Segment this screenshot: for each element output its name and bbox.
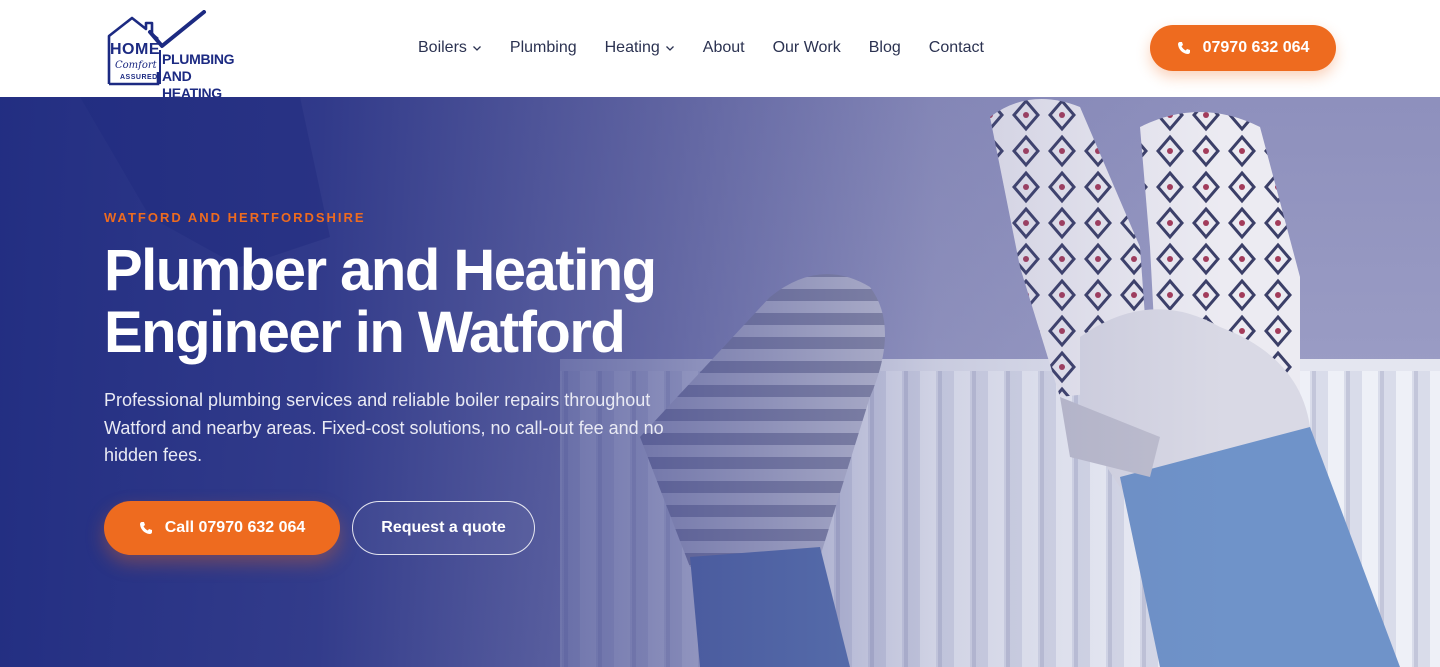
hero-section: WATFORD AND HERTFORDSHIRE Plumber and He… — [0, 97, 1440, 667]
call-button[interactable]: Call 07970 632 064 — [104, 501, 340, 555]
nav-item-label: Heating — [604, 39, 660, 56]
logo-line-1: PLUMBING AND — [162, 51, 235, 84]
logo-plumbing-heating-text: PLUMBING AND HEATING — [162, 51, 266, 102]
logo-assured-text: ASSURED — [120, 74, 158, 81]
chevron-down-icon — [472, 43, 482, 53]
hero-eyebrow: WATFORD AND HERTFORDSHIRE — [104, 210, 366, 225]
header-phone-button[interactable]: 07970 632 064 — [1150, 25, 1336, 71]
site-header: HOME Comfort ASSURED PLUMBING AND HEATIN… — [0, 0, 1440, 101]
nav-item-label: Boilers — [418, 39, 467, 56]
nav-item-label: Our Work — [772, 39, 841, 56]
hero-overlay — [0, 97, 1440, 667]
nav-item-contact[interactable]: Contact — [929, 37, 984, 59]
nav-item-label: Contact — [928, 39, 984, 56]
nav-item-label: Plumbing — [509, 39, 577, 56]
nav-item-heating[interactable]: Heating — [605, 37, 675, 59]
phone-icon — [139, 521, 153, 535]
call-button-label: Call 07970 632 064 — [164, 519, 306, 536]
phone-icon — [1177, 41, 1191, 55]
nav-item-about[interactable]: About — [703, 37, 745, 59]
hero-description: Professional plumbing services and relia… — [104, 390, 664, 465]
request-quote-button[interactable]: Request a quote — [352, 501, 535, 555]
hero-title: Plumber and Heating Engineer in Watford — [104, 238, 657, 365]
nav-item-blog[interactable]: Blog — [869, 37, 901, 59]
brand-logo[interactable]: HOME Comfort ASSURED PLUMBING AND HEATIN… — [106, 10, 266, 101]
logo-home-text: HOME — [110, 41, 160, 58]
request-quote-label: Request a quote — [381, 519, 506, 536]
nav-item-our-work[interactable]: Our Work — [773, 37, 841, 59]
nav-item-label: About — [702, 39, 745, 56]
nav-item-label: Blog — [868, 39, 901, 56]
nav-item-plumbing[interactable]: Plumbing — [510, 37, 577, 59]
main-nav: Boilers Plumbing Heating About Our Work … — [418, 37, 1012, 59]
chevron-down-icon — [665, 43, 675, 53]
nav-item-boilers[interactable]: Boilers — [418, 37, 482, 59]
logo-comfort-text: Comfort — [115, 60, 157, 71]
header-phone-label: 07970 632 064 — [1202, 39, 1310, 56]
